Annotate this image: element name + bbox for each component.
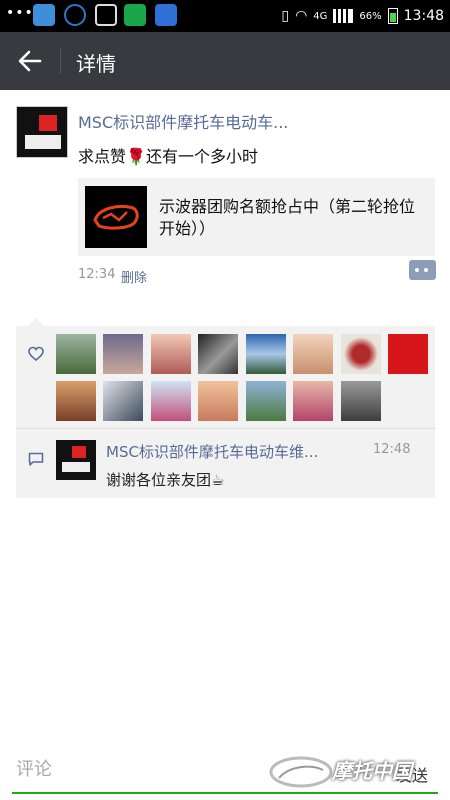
comment-time: 12:48 xyxy=(373,442,411,457)
post-author-name[interactable]: MSC标识部件摩托车电动车... xyxy=(78,109,288,133)
top-bar: 详情 xyxy=(0,32,450,90)
like-avatar[interactable] xyxy=(246,334,286,374)
battery-icon xyxy=(387,8,398,24)
back-button[interactable] xyxy=(14,46,46,76)
like-avatar[interactable] xyxy=(198,334,238,374)
post-time: 12:34 xyxy=(78,267,116,282)
like-avatar[interactable] xyxy=(103,334,143,374)
post-text-tail: 还有一个多小时 xyxy=(145,147,258,166)
back-arrow-icon xyxy=(18,50,42,72)
like-avatar[interactable] xyxy=(293,381,333,421)
dot-icon xyxy=(415,268,419,272)
like-avatar[interactable] xyxy=(103,381,143,421)
interaction-panel: MSC标识部件摩托车电动车维... 12:48 谢谢各位亲友团☕ xyxy=(16,318,435,498)
header-divider xyxy=(60,48,61,74)
weather-app-icon xyxy=(33,4,55,26)
green-app-icon xyxy=(124,4,146,26)
like-avatar[interactable] xyxy=(293,334,333,374)
dot-icon xyxy=(424,268,428,272)
comment-text-main: 谢谢各位亲友团 xyxy=(106,471,212,489)
page-title: 详情 xyxy=(76,52,116,76)
divider xyxy=(16,428,435,429)
watermark-text: 摩托中国 xyxy=(332,759,412,783)
commenter-avatar[interactable] xyxy=(56,440,96,480)
rose-emoji-icon: 🌹 xyxy=(126,147,146,166)
like-avatar[interactable] xyxy=(388,334,428,374)
network-type: 4G xyxy=(313,10,328,22)
post-text: 求点赞🌹还有一个多小时 xyxy=(78,143,258,167)
like-avatar[interactable] xyxy=(151,334,191,374)
like-avatar[interactable] xyxy=(151,381,191,421)
commenter-name[interactable]: MSC标识部件摩托车电动车维... xyxy=(106,441,318,462)
qq-app-icon xyxy=(64,4,86,26)
oscilloscope-logo-icon xyxy=(93,205,139,230)
coffee-emoji-icon: ☕ xyxy=(211,471,225,489)
author-avatar[interactable] xyxy=(16,106,68,158)
more-actions-button[interactable] xyxy=(409,260,436,280)
like-avatar[interactable] xyxy=(56,334,96,374)
like-avatar[interactable] xyxy=(341,381,381,421)
status-bar: ••• ▯ ◠ 4G 66% 13:48 xyxy=(0,0,450,32)
delete-button[interactable]: 删除 xyxy=(121,267,147,286)
like-avatar[interactable] xyxy=(246,381,286,421)
comment-text[interactable]: 谢谢各位亲友团☕ xyxy=(106,469,224,490)
signal-icon xyxy=(333,9,354,23)
battery-percent: 66% xyxy=(359,10,382,22)
status-indicators: ▯ ◠ 4G 66% 13:48 xyxy=(281,4,444,28)
comment-bubble-icon xyxy=(28,452,44,466)
notification-dots: ••• xyxy=(6,5,34,21)
shared-link-card[interactable]: 示波器团购名额抢占中（第二轮抢位开始）） xyxy=(78,178,435,256)
link-title: 示波器团购名额抢占中（第二轮抢位开始）） xyxy=(159,197,416,238)
download-app-icon xyxy=(155,4,177,26)
wifi-icon: ◠ xyxy=(295,8,308,24)
link-thumbnail xyxy=(85,186,147,248)
status-time: 13:48 xyxy=(403,8,444,24)
like-avatar[interactable] xyxy=(198,381,238,421)
phone-icon: ▯ xyxy=(281,8,290,24)
like-avatar[interactable] xyxy=(341,334,381,374)
post-text-main: 求点赞 xyxy=(78,147,127,166)
camera-app-icon xyxy=(95,4,117,26)
heart-icon xyxy=(28,346,44,362)
like-avatar[interactable] xyxy=(56,381,96,421)
